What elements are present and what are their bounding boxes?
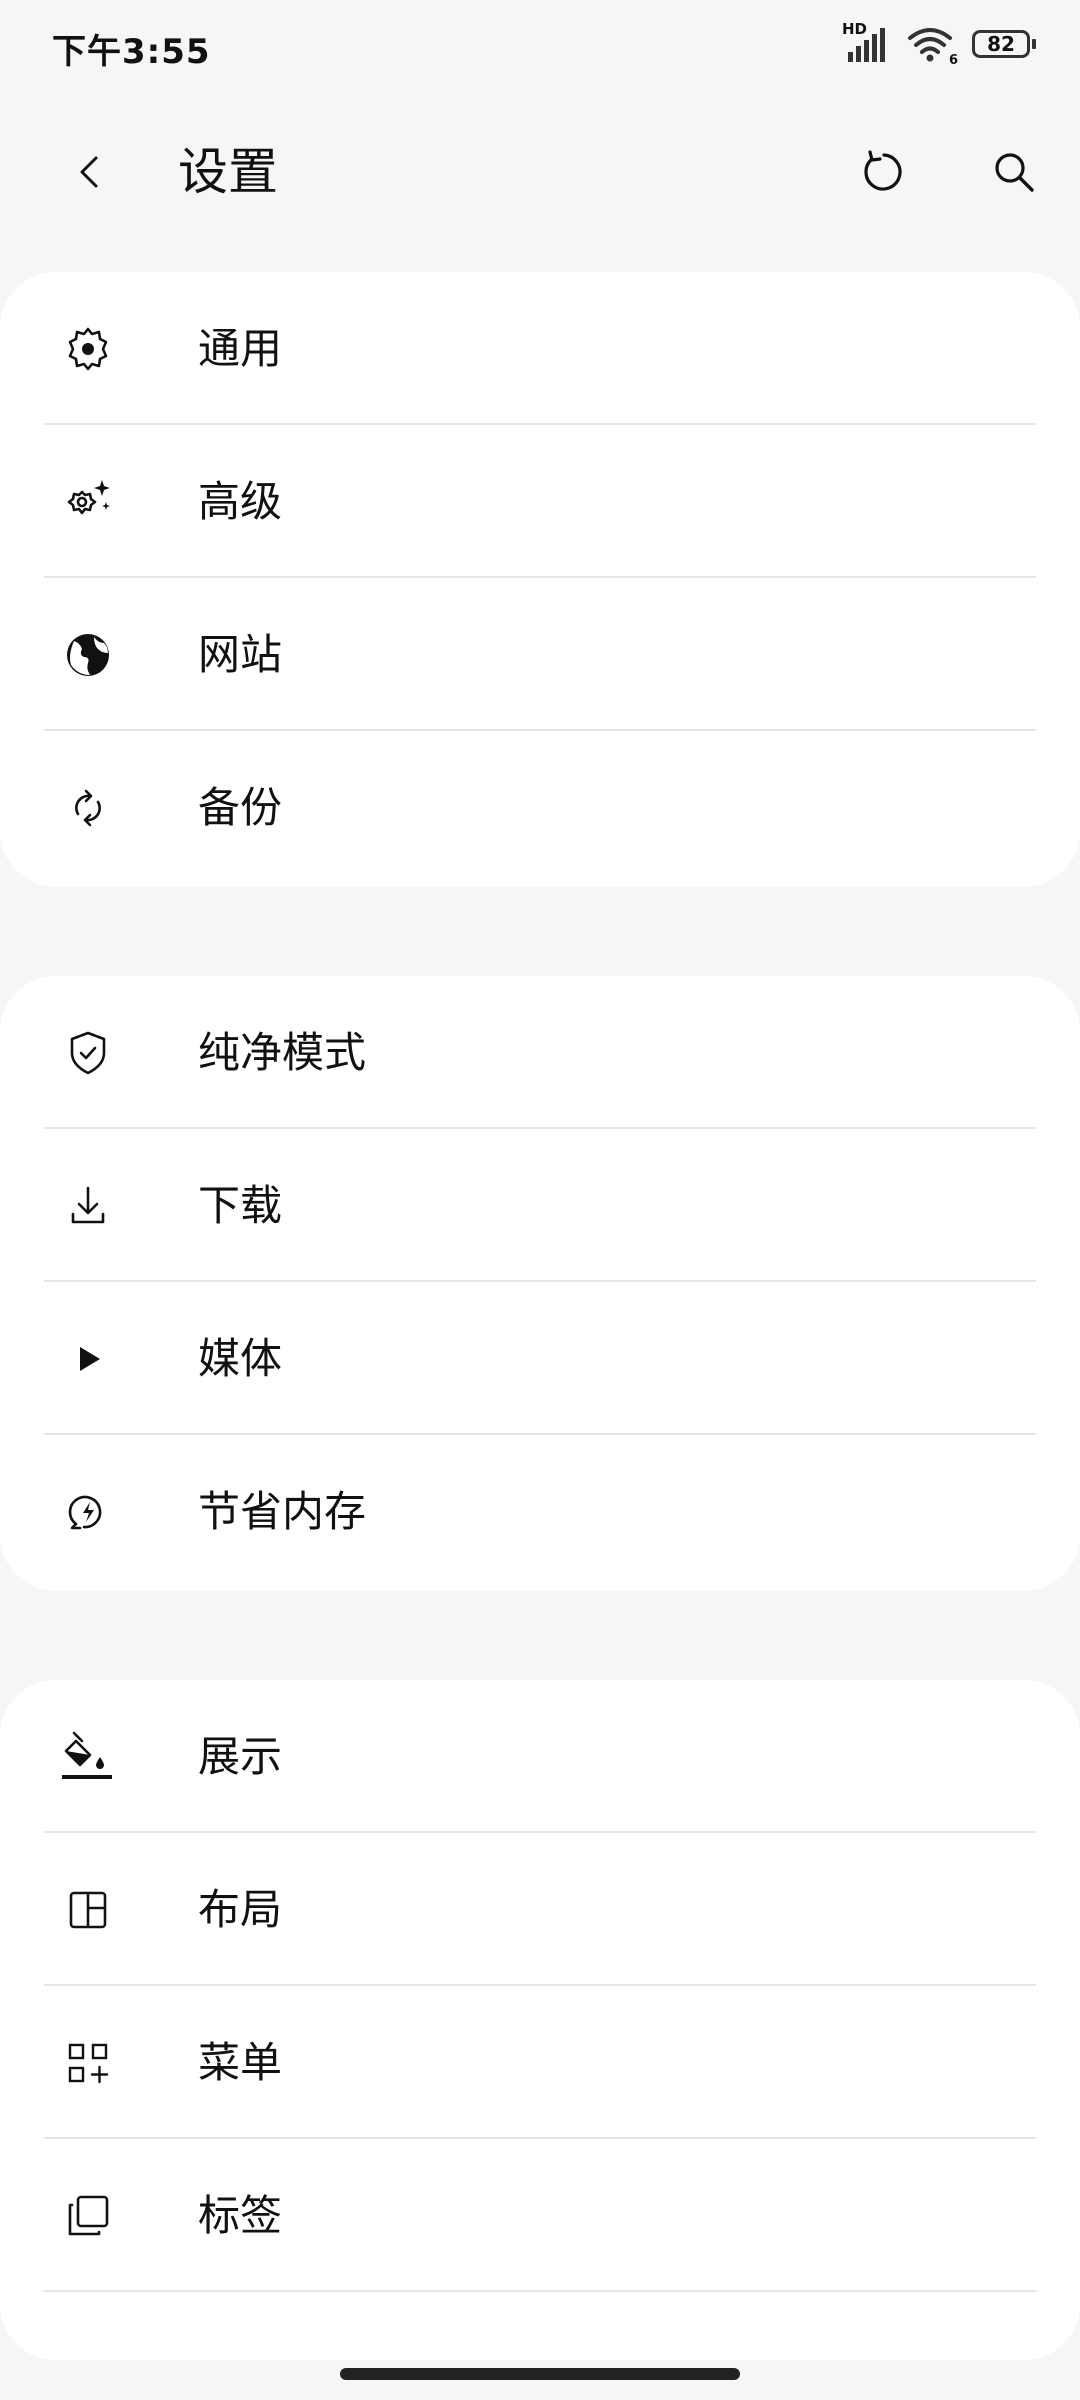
settings-item-media[interactable]: 媒体 — [0, 1282, 1080, 1435]
status-time: 下午3:55 — [52, 32, 211, 72]
settings-item-label: 节省内存 — [198, 1486, 367, 1536]
settings-item-layout[interactable]: 布局 — [0, 1833, 1080, 1986]
wifi-label: 6 — [948, 53, 958, 68]
settings-item-label: 下载 — [198, 1180, 283, 1230]
settings-group-3: 展示 布局 菜单 标签 — [0, 1680, 1080, 2360]
settings-item-backup[interactable]: 备份 — [0, 731, 1080, 884]
search-icon — [995, 153, 1034, 192]
settings-item-label: 标签 — [198, 2190, 283, 2240]
globe-icon — [58, 625, 118, 685]
settings-item-menu[interactable]: 菜单 — [0, 1986, 1080, 2139]
settings-item-tabs[interactable]: 标签 — [0, 2139, 1080, 2292]
settings-item-advanced[interactable]: 高级 — [0, 425, 1080, 578]
settings-item-display[interactable]: 展示 — [0, 1680, 1080, 1833]
sync-icon — [58, 778, 118, 838]
settings-item-label: 纯净模式 — [198, 1027, 367, 1077]
layout-icon — [58, 1880, 118, 1940]
memory-saver-icon — [58, 1482, 118, 1542]
wifi-icon: 6 — [906, 24, 958, 68]
settings-item-websites[interactable]: 网站 — [0, 578, 1080, 731]
settings-item-label: 备份 — [198, 782, 283, 832]
divider — [44, 2290, 1036, 2292]
chevron-left-icon — [80, 156, 98, 188]
settings-group-1: 通用 高级 网站 备份 — [0, 272, 1080, 887]
paint-bucket-icon — [58, 1727, 118, 1787]
settings-item-downloads[interactable]: 下载 — [0, 1129, 1080, 1282]
reset-icon — [864, 150, 902, 191]
battery-level: 82 — [972, 30, 1030, 58]
page-title: 设置 — [178, 143, 278, 201]
tabs-icon — [58, 2186, 118, 2246]
settings-item-pure-mode[interactable]: 纯净模式 — [0, 976, 1080, 1129]
back-button[interactable] — [60, 142, 120, 202]
download-icon — [58, 1176, 118, 1236]
reset-button[interactable] — [852, 142, 912, 202]
settings-item-label: 菜单 — [198, 2037, 283, 2087]
home-indicator[interactable] — [340, 2368, 740, 2380]
status-icons: HD 6 82 — [842, 20, 1036, 68]
settings-item-label: 网站 — [198, 629, 283, 679]
signal-icon: HD — [842, 20, 888, 64]
settings-group-2: 纯净模式 下载 媒体 节省内存 — [0, 976, 1080, 1591]
grid-add-icon — [58, 2033, 118, 2093]
network-label: HD — [842, 20, 868, 38]
settings-item-label: 媒体 — [198, 1333, 283, 1383]
gear-sparkle-icon — [58, 472, 118, 532]
gear-icon — [58, 319, 118, 379]
battery-icon: 82 — [972, 30, 1036, 58]
status-bar: 下午3:55 HD 6 82 — [0, 0, 1080, 92]
app-bar: 设置 — [0, 120, 1080, 230]
settings-item-general[interactable]: 通用 — [0, 272, 1080, 425]
settings-item-label: 通用 — [198, 323, 283, 373]
shield-check-icon — [58, 1023, 118, 1083]
settings-item-label: 高级 — [198, 476, 283, 526]
play-icon — [58, 1329, 118, 1389]
settings-item-label: 布局 — [198, 1884, 283, 1934]
settings-item-label: 展示 — [198, 1731, 283, 1781]
search-button[interactable] — [984, 142, 1044, 202]
settings-item-memory-saver[interactable]: 节省内存 — [0, 1435, 1080, 1588]
